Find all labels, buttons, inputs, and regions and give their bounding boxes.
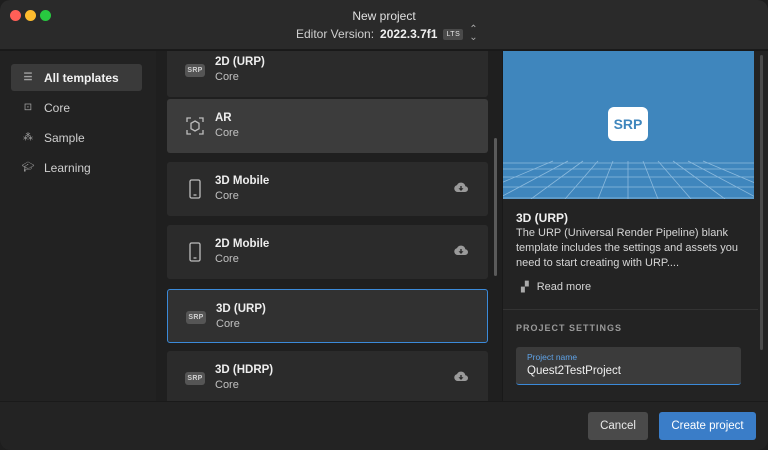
sidebar-item-learning[interactable]: 🎓︎ Learning (11, 154, 142, 181)
mobile-icon (185, 242, 205, 262)
srp-icon: SRP (185, 368, 205, 388)
dialog-footer: Cancel Create project (0, 401, 768, 450)
lts-badge: LTS (443, 28, 464, 40)
template-category: Core (215, 253, 239, 265)
create-project-button[interactable]: Create project (659, 412, 756, 440)
template-card-ar[interactable]: AR Core (167, 99, 488, 153)
sidebar-item-label: Learning (44, 160, 91, 175)
ar-icon (185, 116, 205, 136)
list-icon: ☰ (23, 72, 33, 83)
cloud-download-icon[interactable] (454, 245, 469, 259)
template-list-scrollbar[interactable] (494, 138, 497, 276)
detail-description: The URP (Universal Render Pipeline) blan… (516, 227, 738, 269)
new-project-window: New project Editor Version: 2022.3.7f1 L… (0, 0, 768, 450)
template-name: 3D Mobile (215, 175, 270, 187)
divider (503, 309, 758, 310)
detail-title: 3D (URP) (516, 211, 569, 225)
template-card-3d-urp[interactable]: SRP 3D (URP) Core (167, 289, 488, 343)
sample-icon: ⁂ (23, 132, 33, 143)
project-name-field[interactable]: Project name (516, 347, 741, 385)
sidebar-item-label: All templates (44, 70, 119, 85)
cloud-download-icon[interactable] (454, 182, 469, 196)
project-name-label: Project name (527, 352, 578, 362)
template-card-3d-mobile[interactable]: 3D Mobile Core (167, 162, 488, 216)
core-icon: ⊡ (23, 102, 33, 113)
template-name: 2D (URP) (215, 56, 265, 68)
template-category: Core (215, 190, 239, 202)
srp-logo: SRP (608, 107, 648, 141)
template-category-sidebar: ☰ All templates ⊡ Core ⁂ Sample 🎓︎ Learn… (0, 51, 156, 401)
template-name: 2D Mobile (215, 238, 270, 250)
sidebar-item-sample[interactable]: ⁂ Sample (11, 124, 142, 151)
template-category: Core (215, 71, 239, 83)
cloud-download-icon[interactable] (454, 371, 469, 385)
mobile-icon (185, 179, 205, 199)
editor-version-selector[interactable]: Editor Version: 2022.3.7f1 LTS ⌃ ⌄ (296, 25, 478, 43)
template-card-2d-mobile[interactable]: 2D Mobile Core (167, 225, 488, 279)
srp-icon: SRP (185, 60, 205, 80)
read-more-label: Read more (536, 281, 592, 293)
template-detail-pane: SRP 3D (URP) The URP (Universal Render P… (503, 51, 768, 401)
graduation-cap-icon: 🎓︎ (21, 162, 35, 173)
editor-version-value: 2022.3.7f1 (380, 27, 438, 41)
template-name: AR (215, 112, 232, 124)
read-more-icon: ▞ (521, 281, 529, 293)
template-card-3d-hdrp[interactable]: SRP 3D (HDRP) Core (167, 351, 488, 401)
title-bar: New project Editor Version: 2022.3.7f1 L… (0, 0, 768, 50)
window-title: New project (352, 9, 416, 23)
project-settings-heading: PROJECT SETTINGS (516, 323, 623, 333)
sidebar-item-core[interactable]: ⊡ Core (11, 94, 142, 121)
template-category: Core (215, 379, 239, 391)
template-category: Core (216, 318, 240, 330)
srp-icon: SRP (186, 307, 206, 327)
detail-pane-scrollbar[interactable] (760, 55, 763, 350)
sidebar-item-label: Sample (44, 130, 85, 145)
template-list: SRP 2D (URP) Core AR Core 3D Mobile Core (156, 51, 502, 401)
read-more-link[interactable]: ▞ Read more (521, 281, 591, 293)
template-preview-image: SRP (503, 51, 754, 199)
sidebar-item-label: Core (44, 100, 71, 115)
template-name: 3D (HDRP) (215, 364, 274, 376)
cancel-button[interactable]: Cancel (588, 412, 648, 440)
editor-version-label: Editor Version: (296, 27, 375, 41)
template-category: Core (215, 127, 239, 139)
sidebar-item-all-templates[interactable]: ☰ All templates (11, 64, 142, 91)
template-card-2d-urp[interactable]: SRP 2D (URP) Core (167, 51, 488, 97)
chevron-up-down-icon[interactable]: ⌃ ⌄ (469, 25, 477, 43)
template-name: 3D (URP) (216, 303, 266, 315)
project-name-input[interactable] (527, 363, 727, 379)
